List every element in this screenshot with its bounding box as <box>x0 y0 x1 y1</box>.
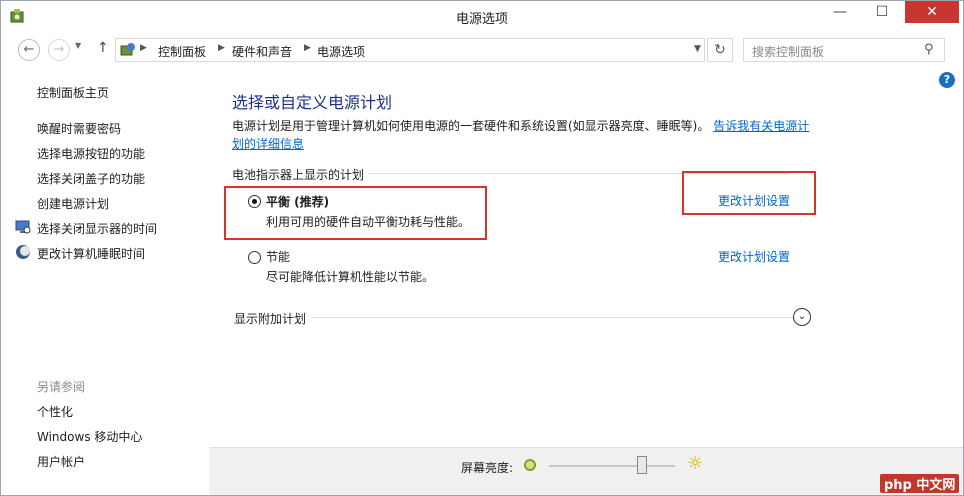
brightness-bright-icon: ☼ <box>687 453 704 474</box>
sidebar-item-create-plan[interactable]: 创建电源计划 <box>37 195 109 212</box>
address-dropdown-chevron-icon[interactable]: ▼ <box>694 44 701 54</box>
close-button[interactable]: ✕ <box>905 1 959 23</box>
sidebar-item-close-lid[interactable]: 选择关闭盖子的功能 <box>37 170 145 187</box>
back-button[interactable]: ← <box>18 39 40 61</box>
sleep-moon-icon <box>16 245 30 259</box>
plans-group-heading: 电池指示器上显示的计划 <box>232 168 365 182</box>
recent-locations-chevron-icon[interactable]: ▼ <box>75 41 81 50</box>
refresh-icon[interactable]: ↻ <box>707 38 733 62</box>
page-title: 选择或自定义电源计划 <box>232 93 393 112</box>
maximize-button[interactable]: ☐ <box>867 1 897 23</box>
search-placeholder: 搜索控制面板 <box>752 45 825 59</box>
power-options-window: 电源选项 — ☐ ✕ ← → ▼ ↑ ▶ 控制面板 ▶ 硬件和声音 ▶ 电源选项… <box>0 0 964 496</box>
breadcrumb-power-options[interactable]: 电源选项 <box>317 43 365 60</box>
sidebar-item-display-off[interactable]: 选择关闭显示器的时间 <box>37 220 157 237</box>
control-panel-icon <box>120 43 135 56</box>
title-bar: 电源选项 — ☐ ✕ <box>1 1 963 31</box>
intro-text: 电源计划是用于管理计算机如何使用电源的一套硬件和系统设置(如显示器亮度、睡眠等)… <box>232 117 812 153</box>
sidebar-item-power-button[interactable]: 选择电源按钮的功能 <box>37 145 145 162</box>
watermark-logo: php 中文网 <box>880 474 960 493</box>
search-input[interactable]: 搜索控制面板 ⚲ <box>743 38 945 62</box>
sidebar-item-require-password[interactable]: 唤醒时需要密码 <box>37 120 121 137</box>
up-arrow-icon[interactable]: ↑ <box>97 40 109 56</box>
see-also-user-accounts[interactable]: 用户帐户 <box>37 453 85 470</box>
monitor-icon <box>15 220 31 234</box>
plan-balanced-name[interactable]: 平衡 (推荐) <box>266 193 329 210</box>
brightness-label: 屏幕亮度: <box>461 461 514 475</box>
see-also-mobility-center[interactable]: Windows 移动中心 <box>37 428 142 445</box>
plan-power-saver-desc: 尽可能降低计算机性能以节能。 <box>266 270 435 284</box>
breadcrumb-separator-icon: ▶ <box>140 43 147 53</box>
see-also-heading: 另请参阅 <box>37 380 86 394</box>
breadcrumb-separator-icon: ▶ <box>218 43 225 53</box>
plan-balanced-change-settings-link[interactable]: 更改计划设置 <box>718 192 790 209</box>
plan-balanced-desc: 利用可用的硬件自动平衡功耗与性能。 <box>266 215 471 229</box>
breadcrumb-control-panel[interactable]: 控制面板 <box>158 43 206 60</box>
sidebar-item-sleep-time[interactable]: 更改计算机睡眠时间 <box>37 245 145 262</box>
minimize-button[interactable]: — <box>825 1 855 23</box>
address-bar[interactable]: ▶ 控制面板 ▶ 硬件和声音 ▶ 电源选项 ▼ <box>115 38 705 62</box>
breadcrumb-separator-icon: ▶ <box>304 43 311 53</box>
brightness-slider-track[interactable] <box>549 465 675 467</box>
main-content: 选择或自定义电源计划 电源计划是用于管理计算机如何使用电源的一套硬件和系统设置(… <box>209 65 963 495</box>
search-icon[interactable]: ⚲ <box>924 42 934 57</box>
window-title: 电源选项 <box>455 12 508 27</box>
brightness-slider-thumb[interactable] <box>637 456 648 474</box>
plan-power-saver-change-settings-link[interactable]: 更改计划设置 <box>718 248 790 265</box>
navigation-bar: ← → ▼ ↑ ▶ 控制面板 ▶ 硬件和声音 ▶ 电源选项 ▼ ↻ 搜索控制面板… <box>1 35 963 63</box>
additional-plans-divider <box>313 317 795 318</box>
sidebar: 控制面板主页 唤醒时需要密码 选择电源按钮的功能 选择关闭盖子的功能 创建电源计… <box>1 65 209 495</box>
brightness-dim-icon <box>524 459 536 471</box>
show-additional-plans-label[interactable]: 显示附加计划 <box>234 310 306 327</box>
sidebar-control-panel-home[interactable]: 控制面板主页 <box>37 84 109 101</box>
plan-power-saver-radio[interactable] <box>248 251 261 264</box>
intro-description: 电源计划是用于管理计算机如何使用电源的一套硬件和系统设置(如显示器亮度、睡眠等)… <box>232 119 710 133</box>
plan-balanced-radio[interactable] <box>248 195 261 208</box>
expand-chevron-icon[interactable]: ⌄ <box>793 308 811 326</box>
plan-power-saver-name[interactable]: 节能 <box>266 248 290 265</box>
brightness-bar: 屏幕亮度: ☼ <box>209 447 963 495</box>
breadcrumb-hardware-sound[interactable]: 硬件和声音 <box>232 43 292 60</box>
see-also-personalization[interactable]: 个性化 <box>37 403 73 420</box>
forward-button[interactable]: → <box>48 39 70 61</box>
